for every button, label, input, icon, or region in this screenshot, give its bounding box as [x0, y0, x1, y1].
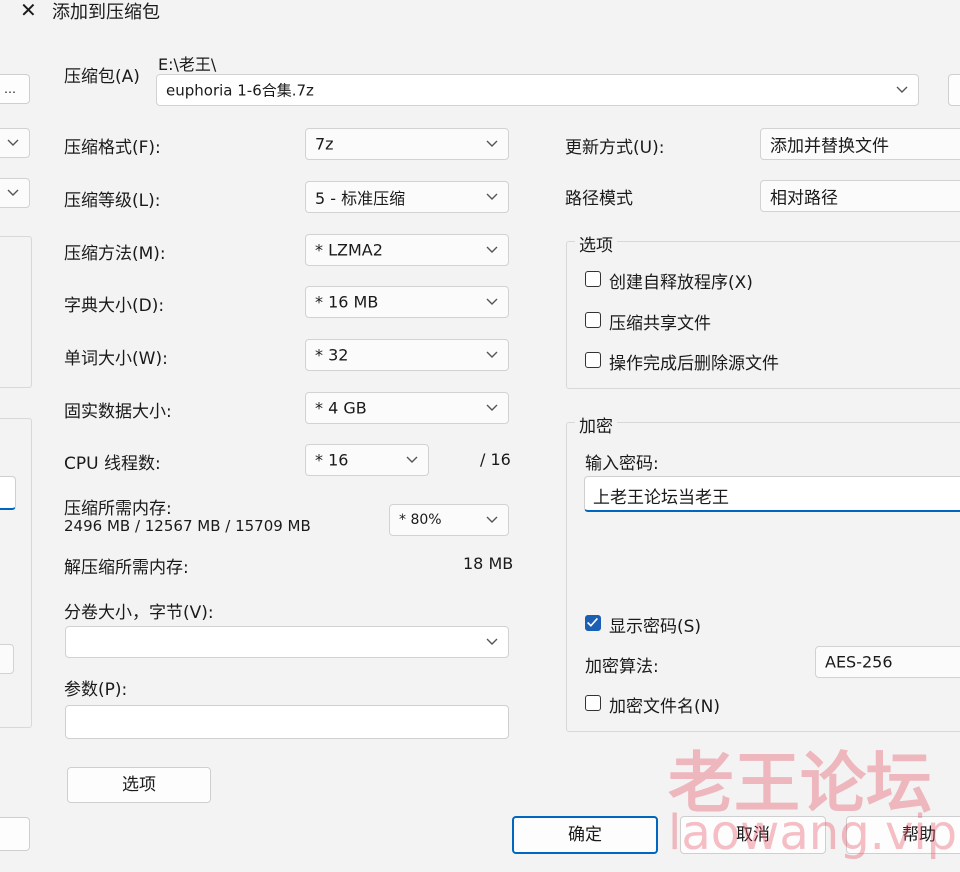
encryption-method-label: 加密算法: [585, 657, 659, 677]
left-partial-combo-3[interactable] [0, 644, 14, 674]
level-value: 5 - 标准压缩 [315, 189, 406, 208]
left-partial-button-2[interactable] [0, 817, 30, 851]
chevron-down-icon [406, 456, 418, 463]
threads-combo[interactable]: * 16 [305, 444, 429, 476]
method-label: 压缩方法(M): [64, 244, 166, 264]
threads-max: / 16 [480, 450, 511, 469]
left-partial-input[interactable] [0, 476, 16, 510]
chevron-down-icon [486, 516, 498, 523]
chevron-down-icon [7, 139, 19, 146]
params-input[interactable] [65, 705, 509, 739]
mem-compress-combo[interactable]: * 80% [389, 504, 509, 536]
params-label: 参数(P): [64, 680, 128, 700]
left-partial-group-1 [0, 236, 32, 388]
option-shared-label: 压缩共享文件 [609, 314, 711, 334]
checkbox-checked-icon[interactable] [585, 615, 601, 631]
left-partial-group-2 [0, 418, 32, 728]
show-password-label: 显示密码(S) [609, 617, 702, 637]
archive-filename: euphoria 1-6合集.7z [166, 81, 314, 100]
chevron-down-icon [486, 246, 498, 253]
dict-combo[interactable]: * 16 MB [305, 286, 509, 318]
solid-value: * 4 GB [315, 398, 367, 418]
password-label: 输入密码: [585, 454, 659, 474]
window-title: 添加到压缩包 [52, 2, 160, 23]
mem-compress-label: 压缩所需内存: [64, 499, 172, 519]
path-mode-label: 路径模式 [565, 189, 633, 209]
chevron-down-icon [486, 140, 498, 147]
encryption-method-combo[interactable]: AES-256 [815, 646, 960, 678]
volume-combo[interactable] [65, 626, 509, 658]
method-combo[interactable]: * LZMA2 [305, 234, 509, 266]
level-label: 压缩等级(L): [64, 191, 161, 211]
left-partial-combo-1[interactable] [0, 128, 30, 158]
left-partial-button[interactable]: … [0, 74, 30, 104]
options-group-title: 选项 [575, 231, 617, 256]
mem-compress-detail: 2496 MB / 12567 MB / 15709 MB [64, 517, 311, 535]
close-icon[interactable]: ✕ [20, 0, 37, 22]
browse-button[interactable] [948, 74, 960, 106]
watermark-url: laowang.vip [668, 805, 958, 861]
chevron-down-icon [486, 404, 498, 411]
title-bar: ✕ 添加到压缩包 [0, 0, 960, 26]
dict-value: * 16 MB [315, 292, 379, 312]
volume-label: 分卷大小，字节(V): [64, 603, 214, 623]
encrypt-names-label: 加密文件名(N) [609, 697, 720, 717]
solid-label: 固实数据大小: [64, 402, 172, 422]
chevron-down-icon [7, 189, 19, 196]
option-sfx-label: 创建自释放程序(X) [609, 273, 753, 293]
level-combo[interactable]: 5 - 标准压缩 [305, 181, 509, 213]
encryption-group-title: 加密 [575, 412, 617, 437]
word-label: 单词大小(W): [64, 349, 168, 369]
chevron-down-icon [486, 298, 498, 305]
archive-path: E:\老王\ [158, 55, 217, 74]
format-label: 压缩格式(F): [64, 138, 161, 158]
encryption-method-value: AES-256 [825, 652, 893, 672]
format-combo[interactable]: 7z [305, 128, 509, 160]
checkbox-icon[interactable] [585, 271, 601, 287]
ok-button[interactable]: 确定 [512, 816, 658, 854]
chevron-down-icon [486, 638, 498, 645]
mem-decompress-label: 解压缩所需内存: [64, 558, 189, 578]
password-input[interactable]: 上老王论坛当老王 [584, 476, 960, 512]
archive-filename-combo[interactable]: euphoria 1-6合集.7z [156, 74, 919, 106]
checkbox-icon[interactable] [585, 695, 601, 711]
format-value: 7z [315, 134, 334, 154]
update-mode-combo[interactable]: 添加并替换文件 [760, 128, 960, 160]
path-mode-value: 相对路径 [770, 188, 838, 209]
checkbox-icon[interactable] [585, 312, 601, 328]
left-partial-combo-2[interactable] [0, 178, 30, 208]
password-value: 上老王论坛当老王 [593, 488, 729, 508]
threads-label: CPU 线程数: [64, 454, 161, 474]
mem-decompress-value: 18 MB [463, 554, 514, 573]
option-delete-label: 操作完成后删除源文件 [609, 354, 779, 374]
chevron-down-icon [486, 193, 498, 200]
checkmark-icon [587, 617, 598, 627]
path-mode-combo[interactable]: 相对路径 [760, 180, 960, 212]
mem-compress-value: * 80% [399, 512, 442, 528]
update-mode-value: 添加并替换文件 [770, 136, 889, 157]
dict-label: 字典大小(D): [64, 296, 165, 316]
word-value: * 32 [315, 345, 349, 365]
threads-value: * 16 [315, 450, 349, 470]
options-button[interactable]: 选项 [67, 767, 211, 803]
chevron-down-icon [486, 351, 498, 358]
archive-label: 压缩包(A) [64, 67, 140, 87]
solid-combo[interactable]: * 4 GB [305, 392, 509, 424]
method-value: * LZMA2 [315, 240, 383, 260]
chevron-down-icon [896, 86, 908, 93]
checkbox-icon[interactable] [585, 352, 601, 368]
word-combo[interactable]: * 32 [305, 339, 509, 371]
update-mode-label: 更新方式(U): [565, 138, 665, 158]
